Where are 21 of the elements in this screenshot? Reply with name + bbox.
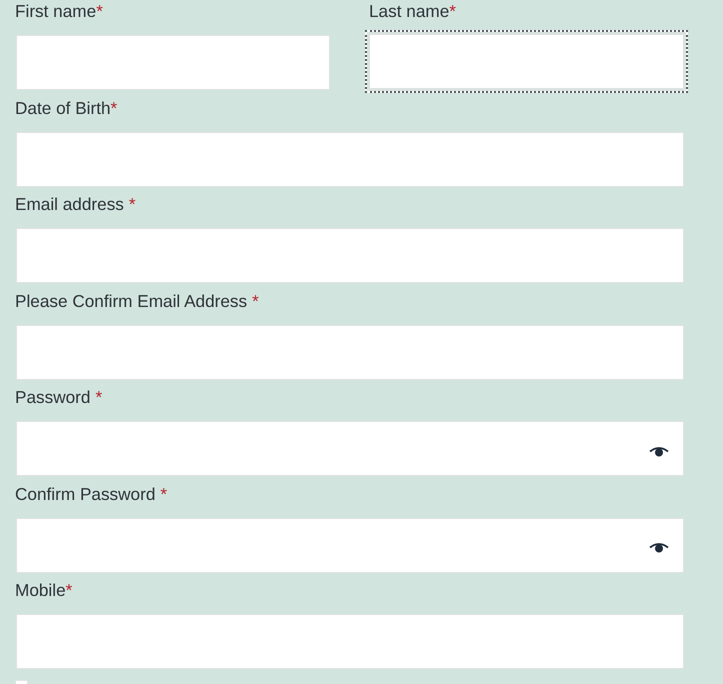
input-field[interactable] (365, 30, 688, 93)
required-asterisk: * (110, 96, 118, 118)
field-label: Date of Birth (15, 96, 111, 118)
field-label: Mobile (15, 579, 66, 601)
required-asterisk: * (96, 0, 103, 22)
password-field[interactable] (16, 518, 684, 572)
required-asterisk: * (449, 0, 456, 22)
field-label: Confirm Password (15, 482, 156, 504)
field-label: Please Confirm Email Address (15, 290, 248, 312)
field-label: Email address (15, 193, 124, 215)
required-asterisk: * (66, 579, 72, 601)
field-label: Password (15, 386, 90, 408)
password-field[interactable] (16, 421, 684, 476)
eye-icon[interactable] (649, 446, 669, 456)
field-label: Last name (369, 0, 450, 22)
required-asterisk: * (251, 290, 259, 312)
field-label: First name (15, 0, 96, 22)
required-asterisk: * (94, 386, 102, 408)
eye-icon[interactable] (649, 542, 669, 553)
required-asterisk: * (128, 193, 136, 215)
required-asterisk: * (159, 482, 168, 504)
